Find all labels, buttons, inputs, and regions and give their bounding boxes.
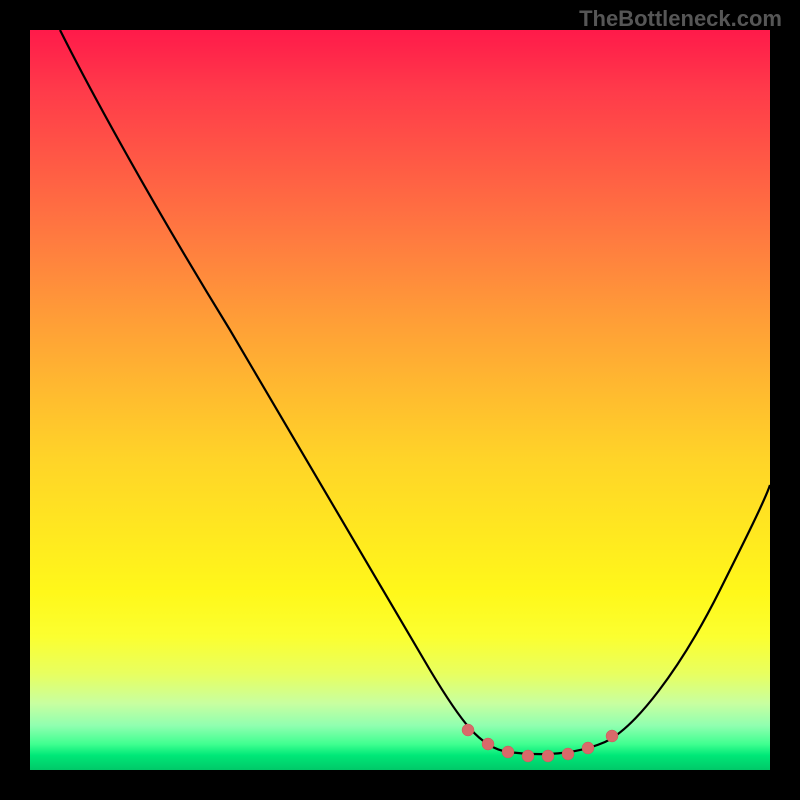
marker-dot xyxy=(562,748,574,760)
plot-area xyxy=(30,30,770,770)
chart-svg xyxy=(30,30,770,770)
optimal-range-markers xyxy=(462,724,618,762)
marker-dot xyxy=(522,750,534,762)
marker-dot xyxy=(502,746,514,758)
marker-dot xyxy=(542,750,554,762)
watermark-text: TheBottleneck.com xyxy=(579,6,782,32)
marker-dot xyxy=(606,730,618,742)
marker-dot xyxy=(582,742,594,754)
marker-dot xyxy=(462,724,474,736)
marker-dot xyxy=(482,738,494,750)
bottleneck-curve xyxy=(60,30,770,754)
